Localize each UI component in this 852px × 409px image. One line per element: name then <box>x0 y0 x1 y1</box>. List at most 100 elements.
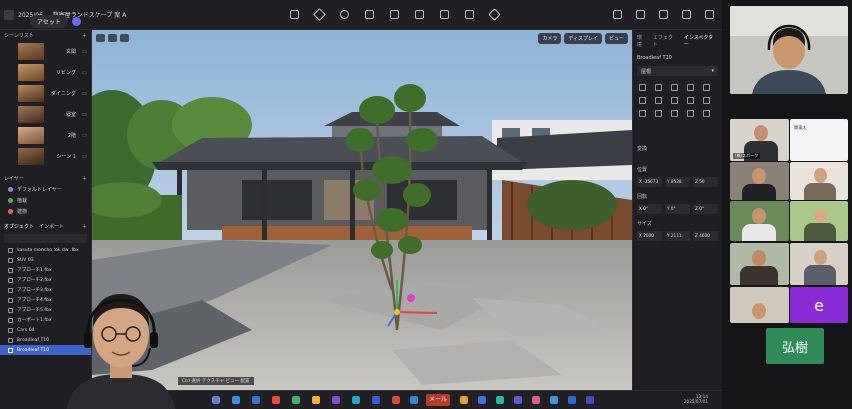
app-icon[interactable] <box>252 396 260 404</box>
move-icon[interactable] <box>639 84 646 91</box>
participant-tile[interactable]: 関東太 <box>790 119 848 161</box>
camera-icon[interactable] <box>659 10 668 19</box>
grid-icon[interactable] <box>390 10 399 19</box>
layer-item[interactable]: 建物 <box>0 206 91 217</box>
app-icon[interactable] <box>212 396 220 404</box>
ground-icon[interactable] <box>671 110 678 117</box>
rotate-icon[interactable] <box>655 84 662 91</box>
participant-tile[interactable]: 弘樹 <box>766 328 824 364</box>
tab-objects[interactable]: オブジェクト <box>4 224 34 230</box>
asset-button[interactable]: アセット <box>30 15 68 28</box>
delete-icon[interactable] <box>687 97 694 104</box>
participant-tile[interactable] <box>730 287 789 323</box>
camera-icon[interactable]: ▭ <box>82 133 87 139</box>
ai-assistant-icon[interactable] <box>71 17 81 26</box>
object-item[interactable]: SUV 03 <box>0 255 91 265</box>
tab-import[interactable]: インポート <box>39 224 64 230</box>
participant-tile[interactable] <box>730 162 789 200</box>
material-dropdown[interactable]: 屋根 ▾ <box>637 66 718 76</box>
lock-icon[interactable] <box>655 97 662 104</box>
mail-button[interactable]: メール <box>426 394 450 406</box>
scene-item[interactable]: 寝室 ▭ <box>0 104 91 125</box>
camera-icon[interactable]: ▭ <box>82 154 87 160</box>
app-icon[interactable] <box>372 396 380 404</box>
participant-tile[interactable] <box>790 243 848 285</box>
app-icon[interactable] <box>392 396 400 404</box>
more-icon[interactable] <box>703 110 710 117</box>
tab-inspector[interactable]: インスペクター <box>684 34 718 48</box>
layer-item[interactable]: デフォルトレイヤー <box>0 184 91 195</box>
camera-icon[interactable]: ▭ <box>82 91 87 97</box>
participant-tile[interactable] <box>790 162 848 200</box>
position-y-field[interactable]: Y 8528 <box>665 177 690 187</box>
object-item[interactable]: kasuta moncho lok dw .fbx <box>0 245 91 255</box>
app-icon[interactable] <box>550 396 558 404</box>
app-icon[interactable] <box>352 396 360 404</box>
navigate-icon[interactable] <box>96 34 105 42</box>
object-search-input[interactable] <box>4 234 87 243</box>
app-icon[interactable] <box>312 396 320 404</box>
cube-icon[interactable] <box>290 10 299 19</box>
app-icon[interactable] <box>232 396 240 404</box>
lasso-icon[interactable] <box>365 10 374 19</box>
size-y-field[interactable]: Y 2111 <box>665 231 690 241</box>
participant-tile[interactable] <box>790 201 848 241</box>
layer-item[interactable]: 植栽 <box>0 195 91 206</box>
camera-icon[interactable]: ▭ <box>82 70 87 76</box>
drop-icon[interactable] <box>639 110 646 117</box>
participant-tile[interactable]: e <box>790 287 848 323</box>
camera-icon[interactable]: ▭ <box>82 49 87 55</box>
camera-button[interactable]: カメラ <box>538 33 562 44</box>
scene-item[interactable]: 玄関 ▭ <box>0 41 91 62</box>
scene-item[interactable]: ダイニング ▭ <box>0 83 91 104</box>
app-icon[interactable] <box>586 396 594 404</box>
pen-icon[interactable] <box>313 8 326 21</box>
rotation-y-field[interactable]: Y 0° <box>665 204 690 214</box>
app-icon[interactable] <box>460 396 468 404</box>
replace-icon[interactable] <box>703 97 710 104</box>
view-button[interactable]: ビュー <box>604 33 628 44</box>
app-icon[interactable] <box>292 396 300 404</box>
flip-icon[interactable] <box>655 110 662 117</box>
add-layer-icon[interactable]: ＋ <box>82 175 87 182</box>
snap-icon[interactable] <box>120 34 129 42</box>
focus-icon[interactable] <box>108 34 117 42</box>
box-icon[interactable] <box>415 10 424 19</box>
play-icon[interactable] <box>682 10 691 19</box>
scene-item[interactable]: 2階 ▭ <box>0 125 91 146</box>
position-x-field[interactable]: X -35673 <box>637 177 662 187</box>
hide-icon[interactable] <box>671 97 678 104</box>
size-x-field[interactable]: X 2000 <box>637 231 662 241</box>
rotate-icon[interactable] <box>340 10 349 19</box>
participant-tile[interactable]: (株)スパーク <box>730 119 789 161</box>
flag-icon[interactable] <box>465 10 474 19</box>
app-icon[interactable] <box>410 396 418 404</box>
app-icon[interactable] <box>532 396 540 404</box>
duplicate-icon[interactable] <box>703 84 710 91</box>
add-scene-icon[interactable]: ＋ <box>82 32 87 39</box>
position-z-field[interactable]: Z 50 <box>693 177 718 187</box>
app-icon[interactable] <box>478 396 486 404</box>
group-icon[interactable] <box>639 97 646 104</box>
app-icon[interactable] <box>514 396 522 404</box>
participant-tile[interactable] <box>730 201 789 241</box>
align-icon[interactable] <box>687 84 694 91</box>
render-icon[interactable] <box>705 10 714 19</box>
display-button[interactable]: ディスプレイ <box>564 33 602 44</box>
tab-effects[interactable]: エフェクト <box>653 34 678 48</box>
app-icon[interactable] <box>496 396 504 404</box>
random-icon[interactable] <box>687 110 694 117</box>
scene-item[interactable]: シーン 1 ▭ <box>0 146 91 167</box>
camera-icon[interactable]: ▭ <box>82 112 87 118</box>
participant-tile[interactable] <box>730 6 848 94</box>
participant-tile[interactable] <box>730 243 789 285</box>
shape-icon[interactable] <box>488 8 501 21</box>
add-object-icon[interactable]: ＋ <box>82 223 87 230</box>
app-icon[interactable] <box>568 396 576 404</box>
rotation-z-field[interactable]: Z 0° <box>693 204 718 214</box>
scene-item[interactable]: リビング ▭ <box>0 62 91 83</box>
app-icon[interactable] <box>272 396 280 404</box>
object-item[interactable]: アプローチ1.fbx <box>0 265 91 275</box>
brush-icon[interactable] <box>440 10 449 19</box>
scale-icon[interactable] <box>671 84 678 91</box>
